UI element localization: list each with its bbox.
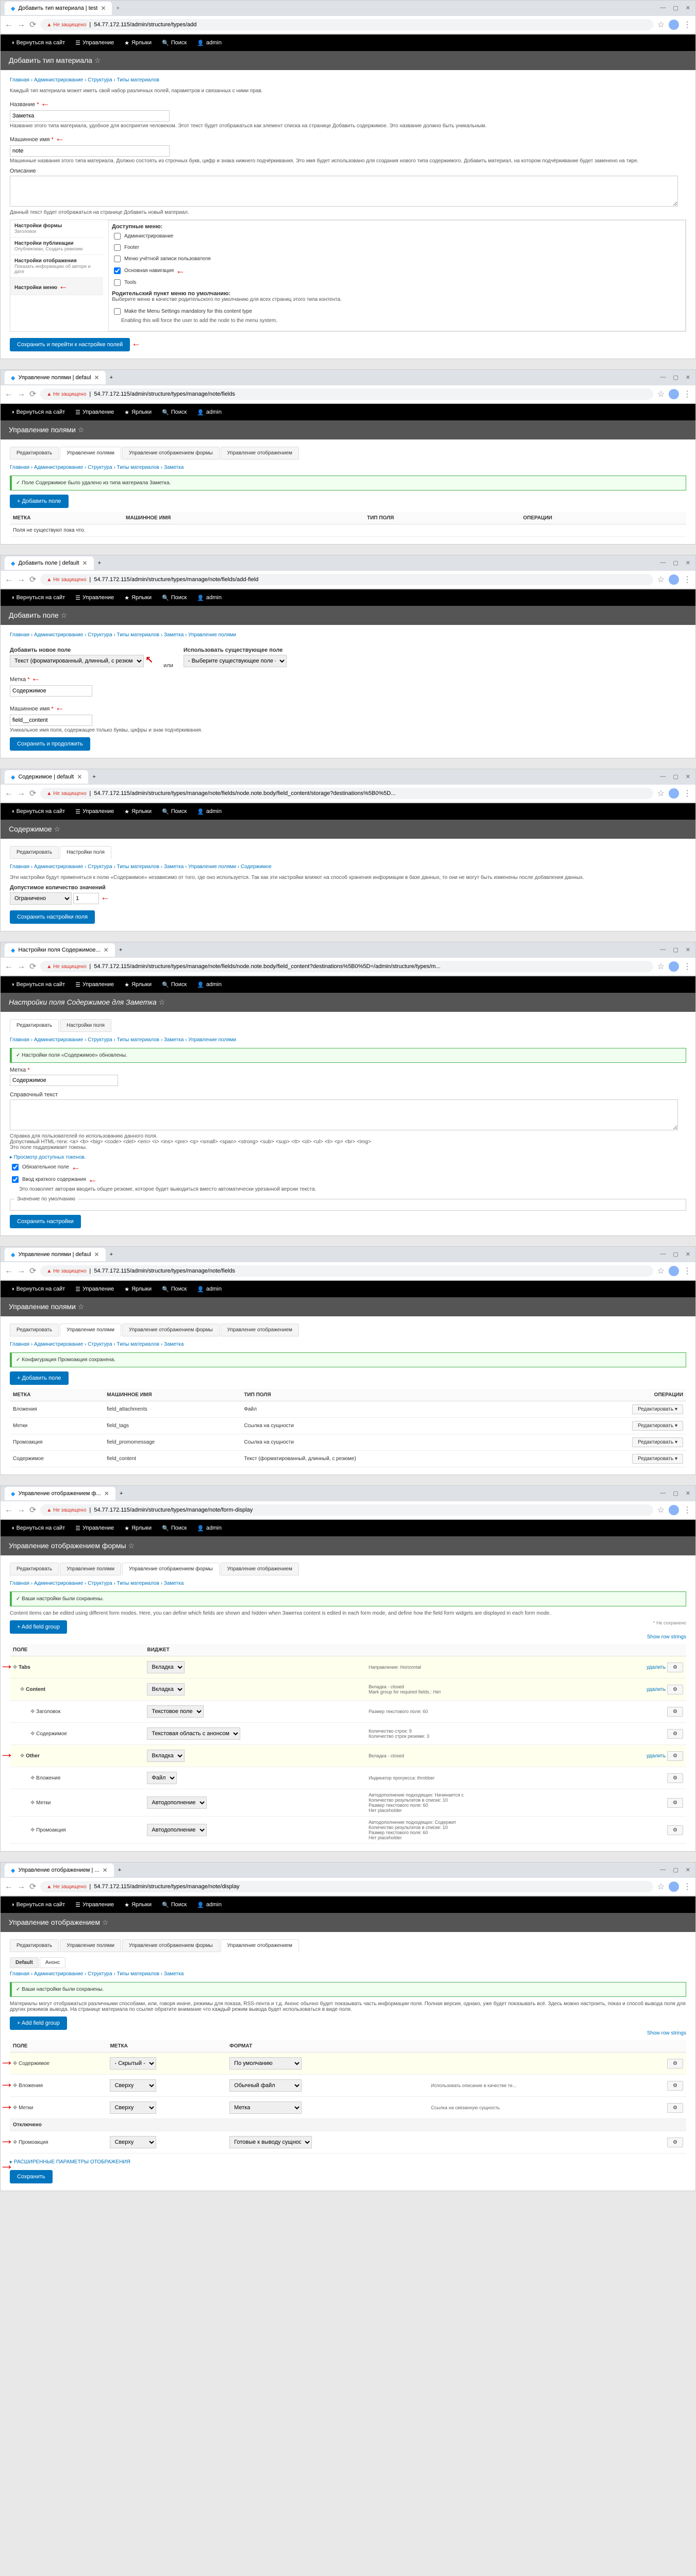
forward-icon[interactable]: → — [17, 20, 25, 29]
maximize-icon[interactable]: ▢ — [673, 5, 678, 11]
menu-account-check[interactable] — [114, 256, 121, 262]
section-add-field: —▢✕ ◆Добавить поле | default✕+ ←→⟳▲ Не з… — [0, 555, 696, 758]
save-button[interactable]: Сохранить и перейти к настройке полей — [10, 338, 130, 351]
back-to-site[interactable]: ◑ Вернуться на сайт — [6, 40, 70, 46]
manage-link[interactable]: ☰ Управление — [70, 40, 119, 46]
status-message: ✓ Поле Содержимое было удалено из типа м… — [10, 476, 686, 490]
tokens-link[interactable]: ▸ Просмотр доступных токенов. — [10, 1155, 686, 1160]
menu-admin-check[interactable] — [114, 233, 121, 240]
required-check[interactable] — [12, 1164, 19, 1171]
machine-label: Машинное имя * ← — [10, 133, 686, 144]
section-manage-fields-full: —▢✕ ◆Управление полями | defaul✕+ ←→⟳▲ Н… — [0, 1246, 696, 1475]
minimize-icon[interactable]: — — [660, 5, 666, 11]
subtab-default[interactable]: Default — [10, 1957, 39, 1968]
gear-icon[interactable]: ⚙ — [667, 1663, 683, 1672]
cardinality-select[interactable]: Ограничено — [10, 892, 72, 905]
name-input[interactable] — [10, 110, 170, 122]
profile-icon[interactable] — [669, 20, 679, 30]
back-icon[interactable]: ← — [5, 20, 13, 29]
breadcrumb[interactable]: Главная › Администрирование › Структура … — [10, 77, 686, 83]
summary-check[interactable] — [12, 1176, 19, 1183]
tab-edit[interactable]: Редактировать — [10, 447, 59, 460]
section-add-content-type: — ▢ ✕ ◆Добавить тип материала | test✕+ ← →… — [0, 0, 696, 359]
show-strings-link[interactable]: Show row strings — [647, 1634, 686, 1640]
machine-input[interactable] — [10, 145, 170, 157]
section-manage-display: —▢✕ ◆Управление отображением | ...✕+ ←→⟳… — [0, 1862, 696, 2191]
status-message: ✓ Конфигурация Промоакция сохранена. — [10, 1352, 686, 1367]
save-button[interactable]: Сохранить — [10, 2170, 53, 2183]
user-link[interactable]: 👤 admin — [192, 40, 227, 46]
desc-label: Описание — [10, 168, 686, 174]
section-field-settings: —▢✕ ◆Настройки поля Содержимое...✕+ ←→⟳▲… — [0, 942, 696, 1236]
browser-chrome: — ▢ ✕ ◆Добавить тип материала | test✕+ ← →… — [1, 1, 695, 35]
vertical-tabs: Настройки формыЗаголовок Настройки публи… — [10, 220, 103, 295]
help-input[interactable] — [10, 1099, 678, 1130]
tab-form[interactable]: Настройки формыЗаголовок — [10, 220, 103, 238]
new-field-select[interactable]: Текст (форматированный, длинный, с резюм… — [10, 655, 144, 667]
form-display-table: ПОЛЕВИДЖЕТ →✥ TabsВкладкаНаправление: Ho… — [10, 1644, 686, 1844]
help-text: Каждый тип материала может иметь свой на… — [10, 88, 686, 94]
format-select[interactable]: По умолчанию — [229, 2057, 302, 2070]
custom-display-link[interactable]: ▸ РАСШИРЕННЫЕ ПАРАМЕТРЫ ОТОБРАЖЕНИЯ — [10, 2159, 130, 2165]
save-settings-button[interactable]: Сохранить настройки — [10, 1215, 81, 1228]
existing-field-select[interactable]: - Выберите существующее поле - — [184, 655, 287, 667]
subtab-teaser[interactable]: Анонс — [40, 1957, 65, 1968]
cardinality-num[interactable] — [73, 893, 99, 904]
close-icon[interactable]: ✕ — [686, 5, 690, 11]
fields-table: МЕТКАМАШИННОЕ ИМЯТИП ПОЛЯОПЕРАЦИИ Вложен… — [10, 1389, 686, 1467]
tab-fields[interactable]: Управление полями — [60, 447, 121, 460]
section-form-display: —▢✕ ◆Управление отображением ф...✕+ ←→⟳▲… — [0, 1485, 696, 1852]
gear-icon[interactable]: ⚙ — [667, 2059, 683, 2069]
admin-toolbar: ◑ Вернуться на сайт ☰ Управление ★ Ярлык… — [1, 35, 695, 51]
url-input[interactable]: ▲ Не защищено | 54.77.172.115/admin/stru… — [40, 19, 653, 30]
new-tab-icon[interactable]: + — [112, 5, 123, 11]
table-row: Вложенияfield_attachmentsФайлРедактирова… — [10, 1401, 686, 1418]
add-field-button[interactable]: + Добавить поле — [10, 495, 69, 508]
widget-select[interactable]: Вкладка — [147, 1661, 185, 1673]
delete-link[interactable]: удалить — [647, 1665, 666, 1670]
label-input[interactable] — [10, 685, 92, 697]
save-continue-button[interactable]: Сохранить и продолжить — [10, 737, 90, 751]
table-row: Меткиfield_tagsСсылка на сущностиРедакти… — [10, 1418, 686, 1434]
status-message: ✓ Ваши настройки были сохранены. — [10, 1591, 686, 1606]
table-row: Промоакцияfield_promomessageСсылка на су… — [10, 1434, 686, 1451]
label-select[interactable]: - Скрытый - — [110, 2057, 156, 2070]
add-field-button[interactable]: + Добавить поле — [10, 1371, 69, 1385]
tab-menu[interactable]: Настройки меню ← — [10, 278, 103, 295]
display-table: ПОЛЕМЕТКАФОРМАТ →✥ Содержимое- Скрытый -… — [10, 2040, 686, 2154]
add-group-button[interactable]: + Add field group — [10, 2016, 67, 2030]
status-message: ✓ Ваши настройки были сохранены. — [10, 1982, 686, 1997]
tab-display[interactable]: Управление отображением — [221, 447, 299, 460]
reload-icon[interactable]: ⟳ — [29, 20, 36, 30]
machine-input[interactable] — [10, 715, 92, 726]
menu-icon[interactable]: ⋮ — [683, 20, 691, 30]
local-tabs: Редактировать Управление полями Управлен… — [10, 447, 686, 460]
tab-form-display[interactable]: Управление отображением формы — [122, 447, 220, 460]
menu-footer-check[interactable] — [114, 244, 121, 251]
desc-input[interactable] — [10, 176, 678, 207]
section-field-storage: —▢✕ ◆Содержимое | default✕+ ←→⟳▲ Не защи… — [0, 769, 696, 931]
menu-main-check[interactable] — [114, 267, 121, 274]
table-row: Содержимоеfield_contentТекст (форматиров… — [10, 1451, 686, 1467]
show-strings-link[interactable]: Show row strings — [647, 2030, 686, 2036]
tab-display[interactable]: Настройки отображенияПоказать информацию… — [10, 255, 103, 278]
section-manage-fields-empty: —▢✕ ◆Управление полями | defaul✕+ ←→⟳▲ Н… — [0, 369, 696, 545]
save-settings-button[interactable]: Сохранить настройки поля — [10, 910, 95, 924]
star-icon[interactable]: ☆ — [657, 20, 665, 30]
menu-tools-check[interactable] — [114, 279, 121, 286]
label-input[interactable] — [10, 1075, 118, 1086]
browser-tab[interactable]: ◆Добавить тип материала | test✕ — [5, 2, 112, 15]
status-message: ✓ Настройки поля «Содержимое» обновлены. — [10, 1048, 686, 1063]
browser-tab[interactable]: ◆Управление полями | defaul✕ — [5, 371, 106, 384]
tab-close-icon[interactable]: ✕ — [101, 5, 106, 12]
add-group-button[interactable]: + Add field group — [10, 1620, 67, 1634]
page-title: Добавить тип материала ☆ — [1, 51, 695, 70]
search-link[interactable]: 🔍 Поиск — [157, 40, 192, 46]
name-label: Название * ← — [10, 98, 686, 109]
shortcuts-link[interactable]: ★ Ярлыки — [119, 40, 157, 46]
tab-publish[interactable]: Настройки публикацииОпубликован, Создать… — [10, 238, 103, 255]
edit-button[interactable]: Редактировать ▾ — [632, 1404, 683, 1414]
mandatory-check[interactable] — [114, 308, 121, 315]
